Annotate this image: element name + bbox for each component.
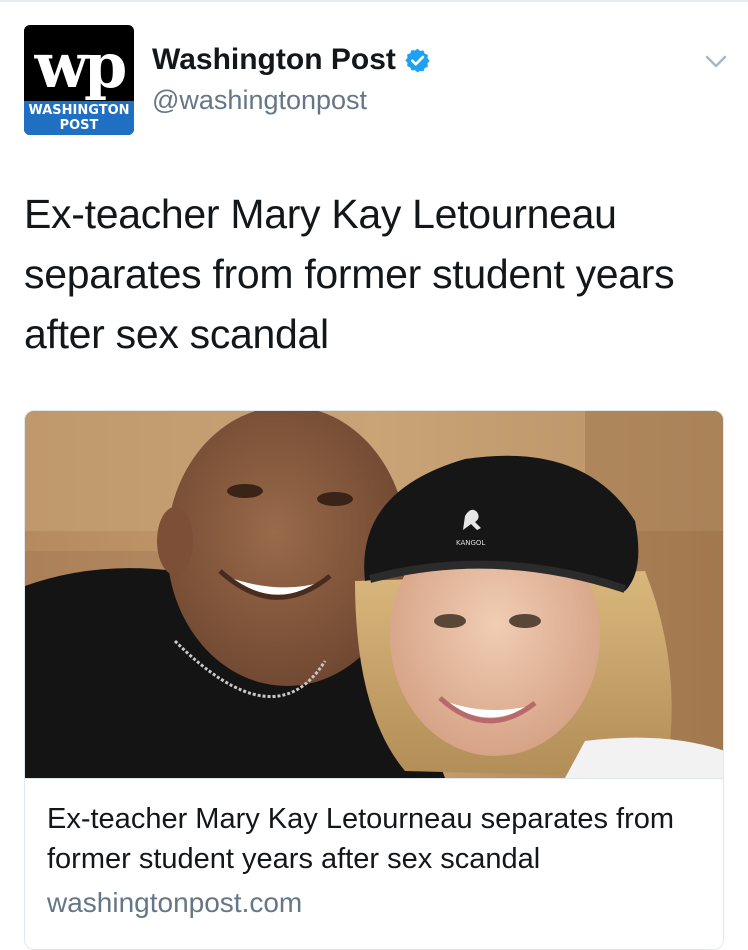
link-card[interactable]: KANGOL Ex-teacher Mary Kay Letourneau se…: [24, 410, 724, 950]
avatar-logo-mark: wp: [34, 29, 128, 102]
photo-illustration: KANGOL: [25, 411, 723, 778]
card-domain: washingtonpost.com: [47, 887, 303, 918]
hat-brand-text: KANGOL: [456, 539, 485, 547]
display-name[interactable]: Washington Post: [152, 42, 396, 78]
account-handle[interactable]: @washingtonpost: [152, 84, 367, 116]
avatar-label-line1: WASHINGTON: [28, 103, 130, 118]
verified-badge-icon: [405, 48, 430, 72]
card-body[interactable]: Ex-teacher Mary Kay Letourneau separates…: [25, 778, 723, 923]
avatar-label-line2: POST: [59, 118, 99, 133]
avatar[interactable]: wp WASHINGTON POST: [24, 25, 134, 135]
chevron-down-icon[interactable]: [704, 54, 728, 70]
account-name-row: Washington Post: [152, 42, 431, 78]
card-photo[interactable]: KANGOL: [25, 411, 723, 778]
tweet-text: Ex-teacher Mary Kay Letourneau separates…: [24, 191, 675, 357]
top-divider: [0, 0, 748, 2]
card-title[interactable]: Ex-teacher Mary Kay Letourneau separates…: [47, 799, 701, 879]
avatar-logo-label: WASHINGTON POST: [24, 101, 134, 135]
